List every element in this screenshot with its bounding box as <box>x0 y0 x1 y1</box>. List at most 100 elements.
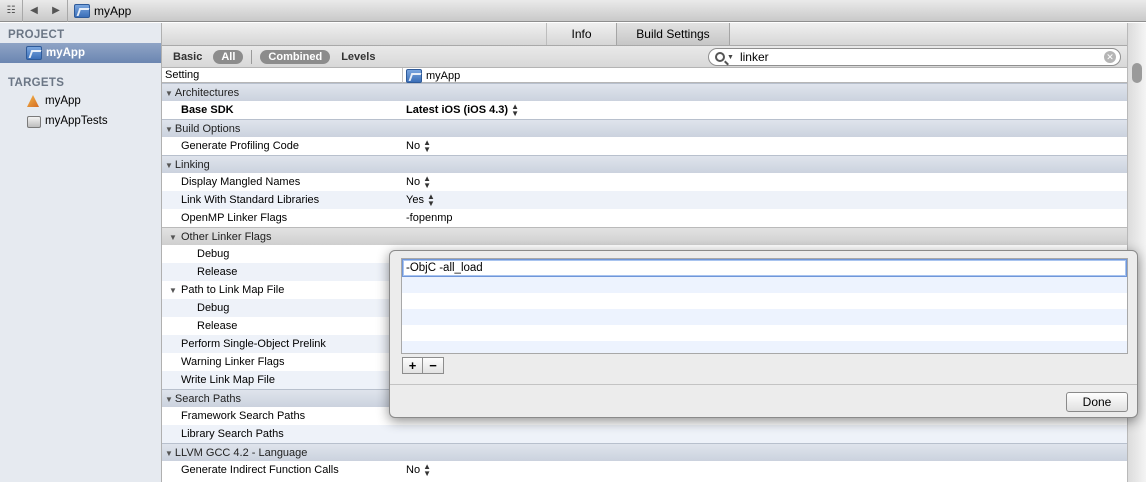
value-text: Latest iOS (iOS 4.3) <box>406 104 509 116</box>
filter-all[interactable]: All <box>213 49 244 64</box>
list-edit-buttons: + − <box>402 357 444 374</box>
disclosure-triangle-icon[interactable]: ▼ <box>165 395 173 404</box>
setting-name: Write Link Map File <box>181 374 275 386</box>
section-architectures[interactable]: ▼ Architectures <box>162 83 1127 101</box>
add-flag-button[interactable]: + <box>402 357 423 374</box>
section-linking[interactable]: ▼ Linking <box>162 155 1127 173</box>
setting-value[interactable]: No ▲ ▼ <box>406 139 431 154</box>
disclosure-triangle-icon[interactable]: ▼ <box>165 125 173 134</box>
list-item[interactable] <box>402 325 1127 341</box>
target-column-header[interactable]: myApp <box>406 68 460 83</box>
search-icon <box>715 52 725 62</box>
scrollbar-thumb[interactable] <box>1132 63 1142 83</box>
table-row[interactable]: Display Mangled Names No ▲ ▼ <box>162 173 1127 191</box>
chevron-down-icon[interactable]: ▼ <box>727 54 734 61</box>
setting-name: Link With Standard Libraries <box>181 194 320 206</box>
setting-value[interactable]: -fopenmp <box>406 212 452 224</box>
project-header: PROJECT <box>8 29 65 41</box>
breadcrumb[interactable]: myApp <box>74 3 131 18</box>
search-input[interactable]: linker <box>740 50 769 64</box>
disclosure-triangle-icon[interactable]: ▼ <box>165 161 173 170</box>
sidebar-item-label: myApp <box>46 47 85 59</box>
section-title: Search Paths <box>174 392 241 405</box>
setting-column-header[interactable]: Setting <box>165 69 199 81</box>
setting-name: Debug <box>197 248 230 260</box>
sidebar-item-target-app[interactable]: myApp <box>0 91 161 111</box>
disclosure-triangle-icon[interactable]: ▼ <box>165 449 173 458</box>
sidebar-item-project[interactable]: myApp <box>0 43 161 63</box>
setting-name: Debug <box>197 302 230 314</box>
divider <box>402 68 403 83</box>
list-item[interactable] <box>402 309 1127 325</box>
setting-value[interactable]: No ▲ ▼ <box>406 463 431 478</box>
list-item[interactable] <box>402 293 1127 309</box>
table-row-other-linker-flags[interactable]: ▼ Other Linker Flags <box>162 227 1127 245</box>
setting-name: Library Search Paths <box>181 428 284 440</box>
divider <box>251 49 253 64</box>
project-icon <box>406 68 422 83</box>
remove-flag-button[interactable]: − <box>423 357 444 374</box>
project-sidebar: PROJECT myApp TARGETS myApp myAppTests <box>0 23 162 482</box>
setting-value[interactable]: Latest iOS (iOS 4.3) ▲ ▼ <box>406 103 519 118</box>
targets-header: TARGETS <box>8 77 65 89</box>
table-row[interactable]: Library Search Paths <box>162 425 1127 443</box>
clear-search-icon[interactable]: ✕ <box>1104 51 1116 63</box>
setting-value[interactable]: Yes ▲ ▼ <box>406 193 435 208</box>
divider <box>67 0 68 22</box>
disclosure-triangle-icon[interactable]: ▼ <box>165 89 173 98</box>
value-text: No <box>406 140 421 152</box>
filter-basic[interactable]: Basic <box>173 51 202 63</box>
setting-name: Path to Link Map File <box>181 284 285 296</box>
popup-stepper-icon[interactable]: ▲ ▼ <box>511 103 519 118</box>
disclosure-triangle-icon[interactable]: ▼ <box>169 286 177 295</box>
setting-name: Base SDK <box>181 104 234 116</box>
setting-name: Other Linker Flags <box>181 230 272 243</box>
flag-entry-input[interactable]: -ObjC -all_load <box>402 259 1127 277</box>
list-item[interactable] <box>402 341 1127 353</box>
project-icon <box>74 3 90 18</box>
setting-name: Framework Search Paths <box>181 410 306 422</box>
setting-value[interactable]: No ▲ ▼ <box>406 175 431 190</box>
tab-info[interactable]: Info <box>546 23 616 45</box>
section-title: LLVM GCC 4.2 - Language <box>174 446 308 459</box>
forward-arrow-icon[interactable]: ▶ <box>45 0 67 22</box>
search-field[interactable]: ▼ linker ✕ <box>708 48 1121 66</box>
tab-build-settings[interactable]: Build Settings <box>616 23 730 45</box>
done-button[interactable]: Done <box>1066 392 1128 412</box>
sidebar-item-label: myAppTests <box>45 115 108 127</box>
popup-stepper-icon[interactable]: ▲ ▼ <box>423 139 431 154</box>
setting-name: Display Mangled Names <box>181 176 301 188</box>
value-text: No <box>406 464 421 476</box>
section-title: Linking <box>174 158 210 171</box>
section-llvm-gcc-language[interactable]: ▼ LLVM GCC 4.2 - Language <box>162 443 1127 461</box>
setting-name: Release <box>197 320 238 332</box>
section-build-options[interactable]: ▼ Build Options <box>162 119 1127 137</box>
project-icon <box>26 46 42 60</box>
popup-stepper-icon[interactable]: ▲ ▼ <box>423 463 431 478</box>
sidebar-item-target-tests[interactable]: myAppTests <box>0 111 161 131</box>
grid-icon[interactable]: ☷ <box>0 0 22 22</box>
table-row[interactable]: Link With Standard Libraries Yes ▲ ▼ <box>162 191 1127 209</box>
jump-bar: ☷ ◀ ▶ myApp <box>0 0 1146 22</box>
value-text: No <box>406 176 421 188</box>
popup-stepper-icon[interactable]: ▲ ▼ <box>427 193 435 208</box>
setting-name: Warning Linker Flags <box>181 356 285 368</box>
setting-name: Generate Profiling Code <box>181 140 300 152</box>
table-row[interactable]: Generate Profiling Code No ▲ ▼ <box>162 137 1127 155</box>
disclosure-triangle-icon[interactable]: ▼ <box>169 233 177 242</box>
value-text: Yes <box>406 194 424 206</box>
list-item[interactable] <box>402 277 1127 293</box>
section-title: Architectures <box>174 86 240 99</box>
setting-name: Release <box>197 266 238 278</box>
popup-stepper-icon[interactable]: ▲ ▼ <box>423 175 431 190</box>
table-row[interactable]: Base SDK Latest iOS (iOS 4.3) ▲ ▼ <box>162 101 1127 119</box>
flags-list[interactable]: -ObjC -all_load <box>401 258 1128 354</box>
editor-tab-bar: Info Build Settings <box>162 23 1127 46</box>
filter-bar: Basic All Combined Levels ▼ linker ✕ <box>162 46 1127 68</box>
filter-levels[interactable]: Levels <box>341 51 375 63</box>
back-arrow-icon[interactable]: ◀ <box>23 0 45 22</box>
filter-combined[interactable]: Combined <box>260 49 331 64</box>
table-row[interactable]: OpenMP Linker Flags -fopenmp <box>162 209 1127 227</box>
table-row[interactable]: Generate Indirect Function Calls No ▲ ▼ <box>162 461 1127 479</box>
app-target-icon <box>26 94 40 108</box>
